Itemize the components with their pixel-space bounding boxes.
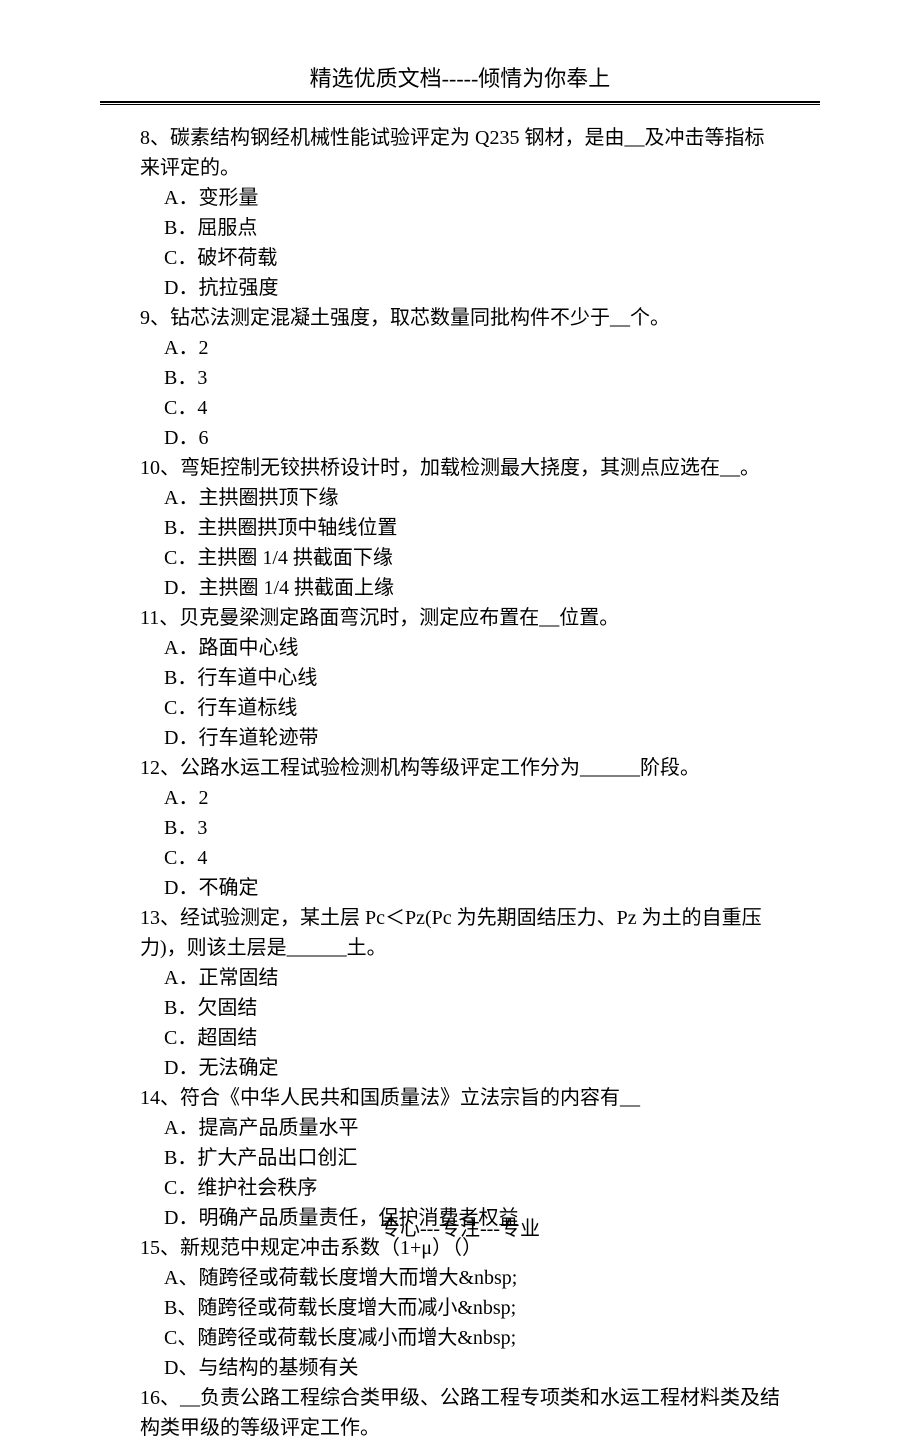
question-option: B．行车道中心线 (140, 663, 780, 693)
question-option: C．4 (140, 393, 780, 423)
header-divider (100, 101, 820, 105)
question-text: 12、公路水运工程试验检测机构等级评定工作分为______阶段。 (140, 753, 780, 783)
question-text: 9、钻芯法测定混凝土强度，取芯数量同批构件不少于__个。 (140, 303, 780, 333)
question-option: A．提高产品质量水平 (140, 1113, 780, 1143)
question-option: C、随跨径或荷载长度减小而增大&nbsp; (140, 1323, 780, 1353)
question-text: 11、贝克曼梁测定路面弯沉时，测定应布置在__位置。 (140, 603, 780, 633)
question-option: D、与结构的基频有关 (140, 1353, 780, 1383)
question-option: C．行车道标线 (140, 693, 780, 723)
question-option: B．3 (140, 363, 780, 393)
question-9: 9、钻芯法测定混凝土强度，取芯数量同批构件不少于__个。 A．2 B．3 C．4… (140, 303, 780, 453)
question-text: 13、经试验测定，某土层 Pc＜Pz(Pc 为先期固结压力、Pz 为土的自重压力… (140, 903, 780, 963)
question-option: D．抗拉强度 (140, 273, 780, 303)
question-option: C．破坏荷载 (140, 243, 780, 273)
question-option: B．主拱圈拱顶中轴线位置 (140, 513, 780, 543)
question-option: B．扩大产品出口创汇 (140, 1143, 780, 1173)
question-11: 11、贝克曼梁测定路面弯沉时，测定应布置在__位置。 A．路面中心线 B．行车道… (140, 603, 780, 753)
question-16: 16、__负责公路工程综合类甲级、公路工程专项类和水运工程材料类及结构类甲级的等… (140, 1383, 780, 1443)
question-14: 14、符合《中华人民共和国质量法》立法宗旨的内容有__ A．提高产品质量水平 B… (140, 1083, 780, 1233)
question-option: B．屈服点 (140, 213, 780, 243)
question-option: A．路面中心线 (140, 633, 780, 663)
question-8: 8、碳素结构钢经机械性能试验评定为 Q235 钢材，是由__及冲击等指标来评定的… (140, 123, 780, 303)
page-header-title: 精选优质文档-----倾情为你奉上 (0, 0, 920, 101)
question-option: B、随跨径或荷载长度增大而减小&nbsp; (140, 1293, 780, 1323)
question-option: A、随跨径或荷载长度增大而增大&nbsp; (140, 1263, 780, 1293)
question-option: C．维护社会秩序 (140, 1173, 780, 1203)
question-option: A．2 (140, 783, 780, 813)
question-10: 10、弯矩控制无铰拱桥设计时，加载检测最大挠度，其测点应选在__。 A．主拱圈拱… (140, 453, 780, 603)
question-text: 8、碳素结构钢经机械性能试验评定为 Q235 钢材，是由__及冲击等指标来评定的… (140, 123, 780, 183)
question-option: B．3 (140, 813, 780, 843)
question-option: D．6 (140, 423, 780, 453)
question-12: 12、公路水运工程试验检测机构等级评定工作分为______阶段。 A．2 B．3… (140, 753, 780, 903)
question-option: D．不确定 (140, 873, 780, 903)
question-15: 15、新规范中规定冲击系数（1+μ）（） A、随跨径或荷载长度增大而增大&nbs… (140, 1233, 780, 1383)
question-option: C．4 (140, 843, 780, 873)
question-option: A．2 (140, 333, 780, 363)
question-option: A．主拱圈拱顶下缘 (140, 483, 780, 513)
question-13: 13、经试验测定，某土层 Pc＜Pz(Pc 为先期固结压力、Pz 为土的自重压力… (140, 903, 780, 1083)
question-text: 14、符合《中华人民共和国质量法》立法宗旨的内容有__ (140, 1083, 780, 1113)
question-option: D．行车道轮迹带 (140, 723, 780, 753)
question-option: B．欠固结 (140, 993, 780, 1023)
page-footer: 专心---专注---专业 (0, 1214, 920, 1244)
question-option: C．超固结 (140, 1023, 780, 1053)
question-text: 10、弯矩控制无铰拱桥设计时，加载检测最大挠度，其测点应选在__。 (140, 453, 780, 483)
question-option: D．主拱圈 1/4 拱截面上缘 (140, 573, 780, 603)
question-text: 16、__负责公路工程综合类甲级、公路工程专项类和水运工程材料类及结构类甲级的等… (140, 1383, 780, 1443)
question-option: D．无法确定 (140, 1053, 780, 1083)
question-option: A．变形量 (140, 183, 780, 213)
question-option: C．主拱圈 1/4 拱截面下缘 (140, 543, 780, 573)
document-body: 8、碳素结构钢经机械性能试验评定为 Q235 钢材，是由__及冲击等指标来评定的… (0, 123, 920, 1443)
question-option: A．正常固结 (140, 963, 780, 993)
